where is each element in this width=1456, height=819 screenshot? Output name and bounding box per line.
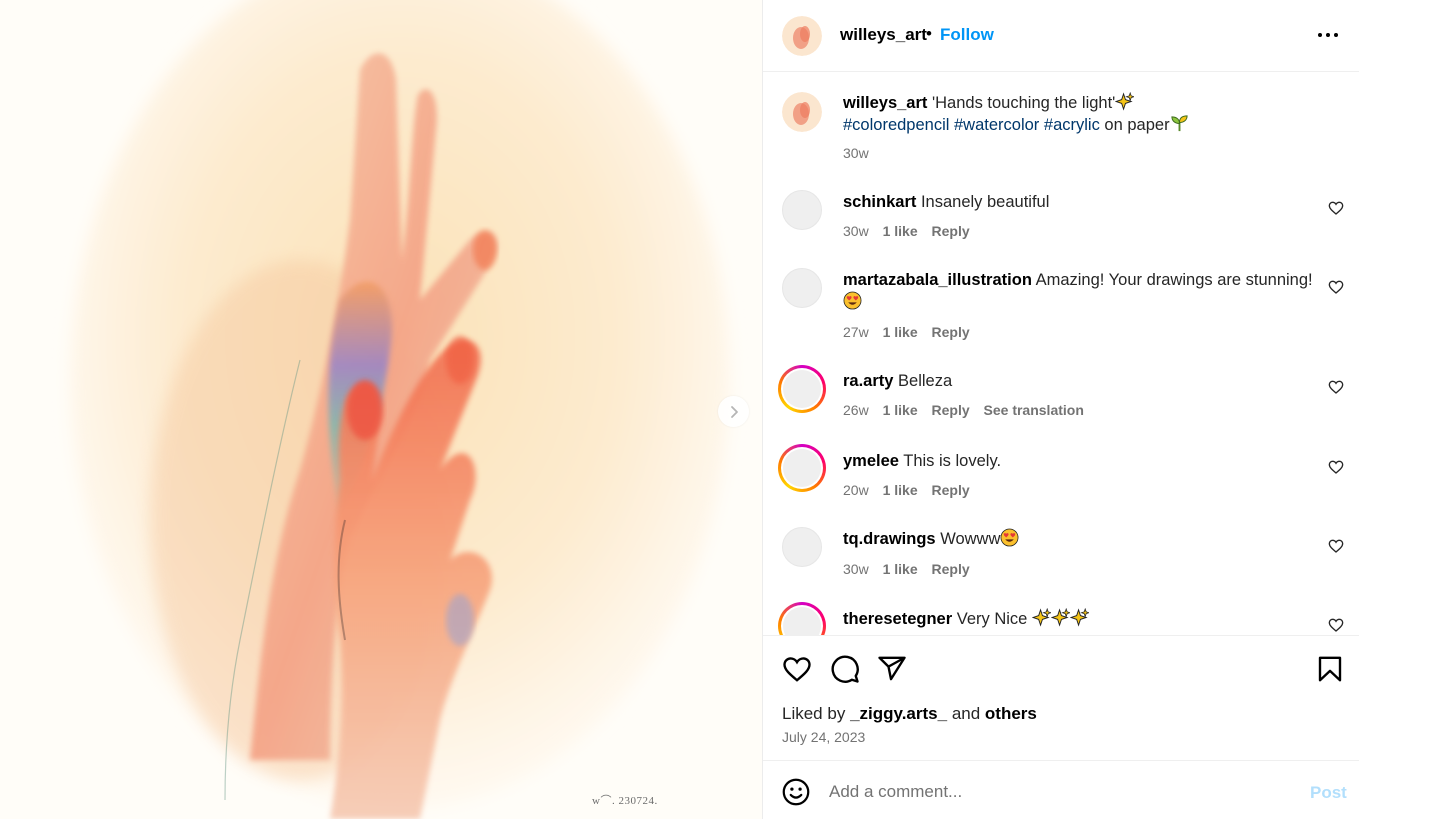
comment-text: martazabala_illustration Amazing! Your d… (843, 269, 1313, 313)
commenter-avatar[interactable] (782, 190, 822, 230)
caption-meta: 30w (843, 145, 879, 161)
comment-meta: 27w 1 like Reply (843, 324, 980, 340)
like-comment-heart-icon[interactable] (1328, 617, 1344, 633)
comment-likes[interactable]: 1 like (883, 482, 918, 498)
post-actions: Liked by _ziggy.arts_ and others July 24… (763, 635, 1359, 760)
comment-time[interactable]: 27w (843, 324, 869, 340)
sparkles-emoji (1031, 608, 1051, 627)
more-icon[interactable] (1317, 26, 1339, 44)
comment-likes[interactable]: 1 like (883, 223, 918, 239)
separator-dot: • (926, 24, 932, 43)
liked-by-others[interactable]: others (985, 704, 1037, 723)
reply-button[interactable]: Reply (932, 482, 970, 498)
reply-button[interactable]: Reply (932, 324, 970, 340)
comment-likes[interactable]: 1 like (883, 402, 918, 418)
heart-eyes-emoji (1000, 528, 1019, 547)
comment-body: Very Nice (956, 610, 1028, 628)
like-comment-heart-icon[interactable] (1328, 379, 1344, 395)
comment-meta: 20w 1 like Reply (843, 482, 980, 498)
hashtag-coloredpencil[interactable]: #coloredpencil (843, 116, 949, 134)
heart-eyes-emoji (843, 291, 862, 310)
post-comment-button[interactable]: Post (1310, 783, 1347, 803)
comment-body: This is lovely. (903, 452, 1002, 470)
commenter-avatar[interactable] (782, 268, 822, 308)
reply-button[interactable]: Reply (932, 223, 970, 239)
like-comment-heart-icon[interactable] (1328, 459, 1344, 475)
post-date[interactable]: July 24, 2023 (782, 729, 865, 745)
post-details-panel: willeys_art • Follow willeys_art 'Hands … (762, 0, 1359, 819)
heart-icon[interactable] (782, 654, 812, 684)
artwork-hands-illustration (0, 0, 762, 819)
comment-text: ymelee This is lovely. (843, 450, 1313, 472)
comment-username[interactable]: tq.drawings (843, 530, 936, 548)
comment-body: Belleza (898, 372, 953, 390)
next-image-button[interactable] (718, 396, 749, 427)
comment-body: Amazing! Your drawings are stunning! (1035, 271, 1313, 289)
comment-text: theresetegner Very Nice (843, 608, 1313, 630)
share-icon[interactable] (877, 654, 907, 684)
commenter-avatar-story-ring[interactable] (778, 365, 826, 413)
hashtag-watercolor[interactable]: #watercolor (954, 116, 1039, 134)
add-comment-bar: Post (763, 760, 1359, 819)
comment-meta: 30w 1 like Reply (843, 223, 980, 239)
comments-list[interactable]: willeys_art 'Hands touching the light' #… (763, 72, 1359, 635)
comment-username[interactable]: ra.arty (843, 372, 893, 390)
liked-by-user[interactable]: _ziggy.arts_ (850, 704, 947, 723)
like-comment-heart-icon[interactable] (1328, 279, 1344, 295)
caption-suffix: on paper (1104, 116, 1170, 134)
comment-username[interactable]: ymelee (843, 452, 899, 470)
commenter-avatar-story-ring[interactable] (778, 602, 826, 635)
artist-signature: w⌒. 230724. (592, 795, 658, 807)
sparkles-emoji (1069, 608, 1089, 627)
add-comment-input[interactable] (829, 780, 1289, 804)
comment-time[interactable]: 20w (843, 482, 869, 498)
comment-text: ra.arty Belleza (843, 370, 1313, 392)
comment-likes[interactable]: 1 like (883, 561, 918, 577)
reply-button[interactable]: Reply (932, 402, 970, 418)
caption-avatar[interactable] (782, 92, 822, 132)
see-translation-button[interactable]: See translation (984, 402, 1084, 418)
author-avatar[interactable] (782, 16, 822, 56)
commenter-avatar-story-ring[interactable] (778, 444, 826, 492)
comment-likes[interactable]: 1 like (883, 324, 918, 340)
bookmark-icon[interactable] (1315, 654, 1345, 684)
seedling-emoji (1170, 115, 1188, 132)
like-comment-heart-icon[interactable] (1328, 200, 1344, 216)
hashtag-acrylic[interactable]: #acrylic (1044, 116, 1100, 134)
sparkles-emoji (1115, 92, 1135, 111)
comment-meta: 26w 1 like Reply See translation (843, 402, 1094, 418)
comment-username[interactable]: theresetegner (843, 610, 952, 628)
commenter-avatar[interactable] (782, 527, 822, 567)
post-image[interactable]: w⌒. 230724. (0, 0, 762, 819)
comment-text: tq.drawings Wowww (843, 528, 1313, 550)
like-comment-heart-icon[interactable] (1328, 538, 1344, 554)
caption-title: 'Hands touching the light' (931, 94, 1116, 112)
comment-username[interactable]: martazabala_illustration (843, 271, 1032, 289)
liked-by-and: and (951, 704, 981, 723)
follow-button[interactable]: Follow (940, 25, 994, 45)
post-header: willeys_art • Follow (763, 0, 1359, 72)
smiley-icon[interactable] (782, 778, 810, 806)
sparkles-emoji (1050, 608, 1070, 627)
caption-username[interactable]: willeys_art (843, 94, 927, 112)
comment-time[interactable]: 26w (843, 402, 869, 418)
caption-text: willeys_art 'Hands touching the light' #… (843, 92, 1313, 136)
comment-time[interactable]: 30w (843, 561, 869, 577)
comment-icon[interactable] (830, 654, 860, 684)
reply-button[interactable]: Reply (932, 561, 970, 577)
comment-username[interactable]: schinkart (843, 193, 916, 211)
liked-by-line: Liked by _ziggy.arts_ and others (782, 704, 1037, 724)
comment-body: Insanely beautiful (920, 193, 1050, 211)
author-username[interactable]: willeys_art (840, 25, 927, 45)
liked-by-prefix: Liked by (782, 704, 846, 723)
caption-time[interactable]: 30w (843, 145, 869, 161)
comment-body: Wowww (940, 530, 1001, 548)
chevron-right-icon (730, 405, 738, 418)
comment-meta: 30w 1 like Reply (843, 561, 980, 577)
comment-text: schinkart Insanely beautiful (843, 191, 1313, 213)
comment-time[interactable]: 30w (843, 223, 869, 239)
